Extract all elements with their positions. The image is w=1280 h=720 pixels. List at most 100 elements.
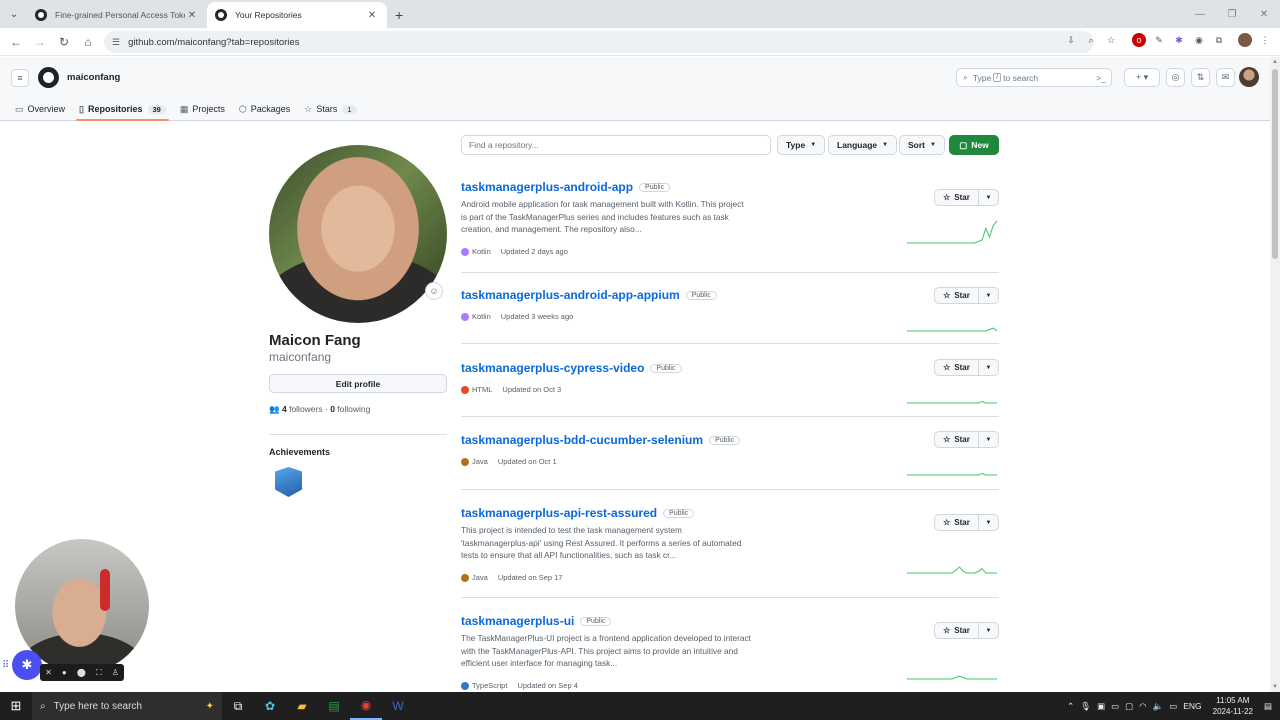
chrome-profile-avatar[interactable] [1238, 33, 1252, 47]
set-status-smiley-icon[interactable]: ☺ [425, 282, 443, 300]
extensions-puzzle-icon[interactable]: ⧉ [1212, 33, 1226, 47]
page-scrollbar[interactable]: ▲ ▼ [1270, 57, 1280, 692]
pen-extension-icon[interactable]: ✎ [1152, 33, 1166, 47]
input-language[interactable]: ENG [1183, 701, 1201, 711]
wifi-icon[interactable]: ◠ [1139, 701, 1146, 712]
repo-name-link[interactable]: taskmanagerplus-bdd-cucumber-selenium [461, 433, 703, 447]
notifications-icon[interactable]: ▤ [1264, 701, 1272, 712]
meet-now-icon[interactable]: ▣ [1097, 701, 1105, 712]
repo-name-link[interactable]: taskmanagerplus-android-app [461, 180, 633, 194]
taskbar-search[interactable]: ⌕ Type here to search ✦ [32, 692, 222, 720]
install-app-icon[interactable]: ⇩ [1064, 33, 1078, 47]
tab-repositories[interactable]: ▯ Repositories 39 [72, 97, 173, 121]
profile-avatar[interactable] [269, 145, 447, 323]
edit-profile-button[interactable]: Edit profile [269, 374, 447, 393]
tab-search-chevron-icon[interactable]: ⌄ [3, 3, 25, 25]
star-button-main[interactable]: ☆ Star [935, 288, 979, 303]
close-tab-icon[interactable]: ✕ [365, 10, 379, 21]
repo-name-link[interactable]: taskmanagerplus-ui [461, 614, 574, 628]
find-repository-input[interactable] [461, 135, 771, 155]
zoom-icon[interactable]: ⌕ [1084, 33, 1098, 47]
windows-start-icon[interactable]: ⊞ [0, 692, 32, 720]
address-bar[interactable]: ☰ github.com/maiconfang?tab=repositories [104, 31, 1094, 53]
tab-stars[interactable]: ☆ Stars 1 [297, 97, 363, 121]
microphone-icon[interactable]: 🎙 [1080, 701, 1091, 712]
word-app-icon[interactable]: W [382, 692, 414, 720]
scrollbar-thumb[interactable] [1272, 69, 1278, 259]
sort-filter-button[interactable]: Sort ▼ [899, 135, 945, 155]
fullscreen-icon[interactable]: ⛶ [96, 668, 102, 678]
site-info-icon[interactable]: ☰ [112, 37, 120, 48]
recorder-close-icon[interactable]: ✕ [45, 668, 52, 677]
star-button-main[interactable]: ☆ Star [935, 190, 979, 205]
language-filter-button[interactable]: Language ▼ [828, 135, 898, 155]
new-tab-plus-icon[interactable]: + [395, 7, 403, 23]
bookmark-star-icon[interactable]: ☆ [1104, 33, 1118, 47]
type-filter-button[interactable]: Type ▼ [777, 135, 826, 155]
followers-label[interactable]: followers [289, 404, 323, 414]
repo-name-link[interactable]: taskmanagerplus-cypress-video [461, 361, 644, 375]
hamburger-menu-icon[interactable]: ≡ [11, 69, 29, 87]
star-list-dropdown-icon[interactable]: ▼ [979, 360, 998, 375]
star-list-dropdown-icon[interactable]: ▼ [979, 515, 998, 530]
task-view-icon[interactable]: ⧉ [222, 692, 254, 720]
chrome-app-icon[interactable]: ◉ [350, 692, 382, 720]
command-palette-icon[interactable]: >_ [1096, 73, 1106, 83]
puzzle-badge-extension-icon[interactable]: ✱ [1172, 33, 1186, 47]
following-label[interactable]: following [337, 404, 370, 414]
folder-sync-icon[interactable]: ▢ [1125, 701, 1133, 712]
star-button-main[interactable]: ☆ Star [935, 360, 979, 375]
excel-like-app-icon[interactable]: ▤ [318, 692, 350, 720]
star-button[interactable]: ☆ Star ▼ [934, 514, 999, 531]
star-button-main[interactable]: ☆ Star [935, 515, 979, 530]
recorder-circle-icon[interactable]: ⬤ [77, 668, 86, 677]
battery-icon[interactable]: ▭ [1169, 701, 1177, 712]
issues-icon[interactable]: ◎ [1166, 68, 1185, 87]
star-button[interactable]: ☆ Star ▼ [934, 431, 999, 448]
browser-tab-tokens[interactable]: Fine-grained Personal Access Tokens ✕ [27, 2, 207, 28]
star-list-dropdown-icon[interactable]: ▼ [979, 432, 998, 447]
star-list-dropdown-icon[interactable]: ▼ [979, 623, 998, 638]
forward-arrow-icon[interactable]: → [28, 35, 52, 49]
achievement-badge[interactable] [275, 467, 302, 497]
reload-icon[interactable]: ↻ [52, 35, 76, 49]
close-tab-icon[interactable]: ✕ [185, 10, 199, 21]
github-logo-icon[interactable] [38, 67, 59, 88]
global-search-input[interactable]: ⌕ Type / to search >_ [956, 68, 1112, 87]
tab-packages[interactable]: ⬡ Packages [232, 97, 297, 121]
back-arrow-icon[interactable]: ← [4, 35, 28, 49]
scroll-up-arrow-icon[interactable]: ▲ [1272, 59, 1278, 65]
minimize-icon[interactable]: — [1184, 0, 1216, 28]
person-icon[interactable]: ♙ [112, 668, 119, 677]
repo-name-link[interactable]: taskmanagerplus-android-app-appium [461, 288, 680, 302]
chrome-menu-icon[interactable]: ⋮ [1258, 33, 1272, 47]
opera-extension-icon[interactable]: o [1132, 33, 1146, 47]
display-icon[interactable]: ▭ [1111, 701, 1119, 712]
drag-handle-icon[interactable]: ⠿ [2, 660, 9, 671]
scroll-down-arrow-icon[interactable]: ▼ [1272, 684, 1278, 690]
inbox-notifications-icon[interactable]: ✉ [1216, 68, 1235, 87]
new-repository-button[interactable]: ▢ New [949, 135, 999, 155]
home-icon[interactable]: ⌂ [76, 35, 100, 49]
star-list-dropdown-icon[interactable]: ▼ [979, 190, 998, 205]
star-button[interactable]: ☆ Star ▼ [934, 189, 999, 206]
pull-requests-icon[interactable]: ⇅ [1191, 68, 1210, 87]
tray-overflow-chevron-icon[interactable]: ⌃ [1067, 701, 1074, 712]
recorder-dot-icon[interactable]: ● [62, 668, 67, 677]
star-button[interactable]: ☆ Star ▼ [934, 622, 999, 639]
browser-tab-repositories[interactable]: Your Repositories ✕ [207, 2, 387, 28]
star-list-dropdown-icon[interactable]: ▼ [979, 288, 998, 303]
file-explorer-icon[interactable]: ▰ [286, 692, 318, 720]
followers-count[interactable]: 4 [282, 404, 287, 414]
taskbar-clock[interactable]: 11:05 AM 2024-11-22 [1213, 695, 1253, 717]
following-count[interactable]: 0 [330, 404, 335, 414]
star-button[interactable]: ☆ Star ▼ [934, 359, 999, 376]
star-button[interactable]: ☆ Star ▼ [934, 287, 999, 304]
restore-icon[interactable]: ❐ [1216, 0, 1248, 28]
window-close-icon[interactable]: ✕ [1248, 0, 1280, 28]
copilot-icon[interactable]: ✿ [254, 692, 286, 720]
tab-overview[interactable]: ▭ Overview [8, 97, 72, 121]
recorder-logo-icon[interactable]: ✱ [12, 650, 42, 680]
header-user-avatar[interactable] [1239, 67, 1259, 87]
header-context-username[interactable]: maiconfang [67, 72, 120, 83]
